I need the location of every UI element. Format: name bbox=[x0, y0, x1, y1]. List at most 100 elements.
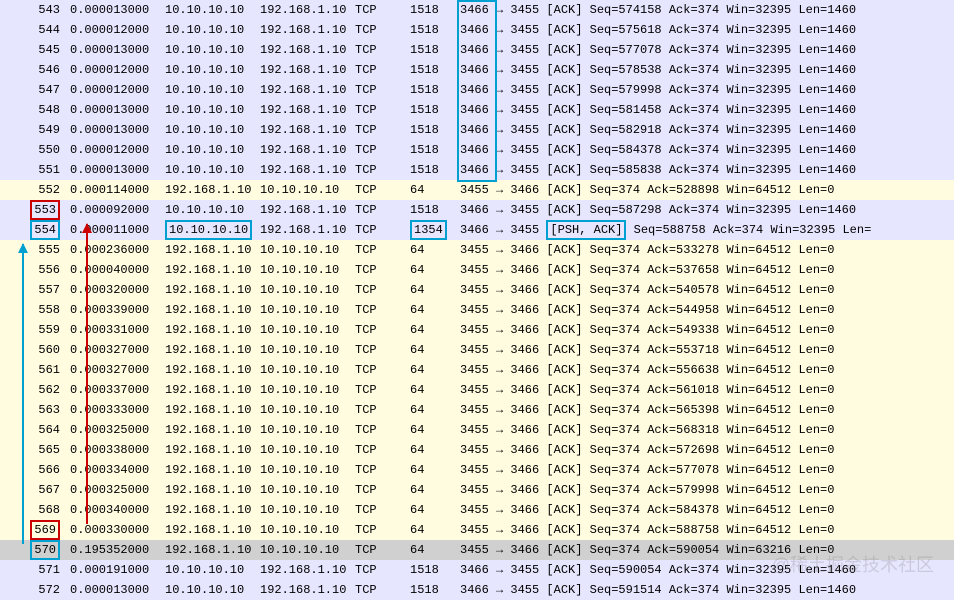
packet-length: 64 bbox=[410, 280, 460, 300]
packet-info: 3455 → 3466 [ACK] Seq=374 Ack=584378 Win… bbox=[460, 500, 954, 520]
packet-row[interactable]: 5550.000236000192.168.1.1010.10.10.10TCP… bbox=[0, 240, 954, 260]
packet-row[interactable]: 5680.000340000192.168.1.1010.10.10.10TCP… bbox=[0, 500, 954, 520]
packet-source: 192.168.1.10 bbox=[165, 340, 260, 360]
packet-time: 0.000191000 bbox=[70, 560, 165, 580]
packet-info: 3455 → 3466 [ACK] Seq=374 Ack=577078 Win… bbox=[460, 460, 954, 480]
packet-no: 567 bbox=[0, 480, 70, 500]
packet-no: 549 bbox=[0, 120, 70, 140]
packet-length: 64 bbox=[410, 520, 460, 540]
packet-destination: 10.10.10.10 bbox=[260, 240, 355, 260]
packet-info: 3466 → 3455 [ACK] Seq=575618 Ack=374 Win… bbox=[460, 20, 954, 40]
packet-destination: 192.168.1.10 bbox=[260, 200, 355, 220]
packet-source: 192.168.1.10 bbox=[165, 420, 260, 440]
packet-info: 3455 → 3466 [ACK] Seq=374 Ack=568318 Win… bbox=[460, 420, 954, 440]
packet-no: 561 bbox=[0, 360, 70, 380]
packet-no: 543 bbox=[0, 0, 70, 20]
packet-no: 565 bbox=[0, 440, 70, 460]
packet-no: 553 bbox=[0, 200, 70, 220]
packet-time: 0.000331000 bbox=[70, 320, 165, 340]
packet-no: 545 bbox=[0, 40, 70, 60]
packet-protocol: TCP bbox=[355, 440, 410, 460]
packet-protocol: TCP bbox=[355, 180, 410, 200]
packet-destination: 192.168.1.10 bbox=[260, 560, 355, 580]
packet-protocol: TCP bbox=[355, 280, 410, 300]
packet-row[interactable]: 5610.000327000192.168.1.1010.10.10.10TCP… bbox=[0, 360, 954, 380]
packet-info: 3466 → 3455 [ACK] Seq=581458 Ack=374 Win… bbox=[460, 100, 954, 120]
packet-destination: 192.168.1.10 bbox=[260, 20, 355, 40]
packet-row[interactable]: 5540.00001100010.10.10.10192.168.1.10TCP… bbox=[0, 220, 954, 240]
packet-row[interactable]: 5590.000331000192.168.1.1010.10.10.10TCP… bbox=[0, 320, 954, 340]
packet-no: 558 bbox=[0, 300, 70, 320]
packet-protocol: TCP bbox=[355, 560, 410, 580]
packet-row[interactable]: 5560.000040000192.168.1.1010.10.10.10TCP… bbox=[0, 260, 954, 280]
packet-info: 3455 → 3466 [ACK] Seq=374 Ack=556638 Win… bbox=[460, 360, 954, 380]
packet-destination: 192.168.1.10 bbox=[260, 140, 355, 160]
packet-row[interactable]: 5640.000325000192.168.1.1010.10.10.10TCP… bbox=[0, 420, 954, 440]
packet-destination: 10.10.10.10 bbox=[260, 500, 355, 520]
packet-time: 0.000013000 bbox=[70, 0, 165, 20]
packet-length: 1518 bbox=[410, 80, 460, 100]
packet-source: 10.10.10.10 bbox=[165, 140, 260, 160]
packet-protocol: TCP bbox=[355, 0, 410, 20]
packet-no: 563 bbox=[0, 400, 70, 420]
packet-protocol: TCP bbox=[355, 200, 410, 220]
packet-info: 3466 → 3455 [ACK] Seq=577078 Ack=374 Win… bbox=[460, 40, 954, 60]
packet-no: 564 bbox=[0, 420, 70, 440]
packet-time: 0.000327000 bbox=[70, 360, 165, 380]
packet-destination: 192.168.1.10 bbox=[260, 580, 355, 600]
packet-time: 0.000012000 bbox=[70, 60, 165, 80]
packet-row[interactable]: 5520.000114000192.168.1.1010.10.10.10TCP… bbox=[0, 180, 954, 200]
packet-protocol: TCP bbox=[355, 220, 410, 240]
packet-time: 0.195352000 bbox=[70, 540, 165, 560]
packet-source: 192.168.1.10 bbox=[165, 180, 260, 200]
packet-protocol: TCP bbox=[355, 40, 410, 60]
packet-protocol: TCP bbox=[355, 500, 410, 520]
packet-destination: 192.168.1.10 bbox=[260, 60, 355, 80]
packet-destination: 192.168.1.10 bbox=[260, 220, 355, 240]
packet-time: 0.000013000 bbox=[70, 120, 165, 140]
packet-row[interactable]: 5630.000333000192.168.1.1010.10.10.10TCP… bbox=[0, 400, 954, 420]
packet-row[interactable]: 5690.000330000192.168.1.1010.10.10.10TCP… bbox=[0, 520, 954, 540]
packet-row[interactable]: 5620.000337000192.168.1.1010.10.10.10TCP… bbox=[0, 380, 954, 400]
packet-protocol: TCP bbox=[355, 480, 410, 500]
packet-row[interactable]: 5700.195352000192.168.1.1010.10.10.10TCP… bbox=[0, 540, 954, 560]
packet-row[interactable]: 5670.000325000192.168.1.1010.10.10.10TCP… bbox=[0, 480, 954, 500]
packet-row[interactable]: 5530.00009200010.10.10.10192.168.1.10TCP… bbox=[0, 200, 954, 220]
packet-length: 64 bbox=[410, 180, 460, 200]
packet-time: 0.000013000 bbox=[70, 40, 165, 60]
packet-destination: 10.10.10.10 bbox=[260, 540, 355, 560]
packet-info: 3455 → 3466 [ACK] Seq=374 Ack=544958 Win… bbox=[460, 300, 954, 320]
packet-no: 552 bbox=[0, 180, 70, 200]
packet-row[interactable]: 5720.00001300010.10.10.10192.168.1.10TCP… bbox=[0, 580, 954, 600]
packet-length: 64 bbox=[410, 300, 460, 320]
packet-info: 3455 → 3466 [ACK] Seq=374 Ack=553718 Win… bbox=[460, 340, 954, 360]
packet-length: 1518 bbox=[410, 120, 460, 140]
packet-row[interactable]: 5710.00019100010.10.10.10192.168.1.10TCP… bbox=[0, 560, 954, 580]
packet-protocol: TCP bbox=[355, 420, 410, 440]
packet-no: 547 bbox=[0, 80, 70, 100]
packet-info: 3455 → 3466 [ACK] Seq=374 Ack=588758 Win… bbox=[460, 520, 954, 540]
packet-row[interactable]: 5650.000338000192.168.1.1010.10.10.10TCP… bbox=[0, 440, 954, 460]
packet-length: 64 bbox=[410, 500, 460, 520]
packet-protocol: TCP bbox=[355, 300, 410, 320]
packet-length: 64 bbox=[410, 480, 460, 500]
packet-info: 3455 → 3466 [ACK] Seq=374 Ack=540578 Win… bbox=[460, 280, 954, 300]
packet-time: 0.000334000 bbox=[70, 460, 165, 480]
packet-row[interactable]: 5600.000327000192.168.1.1010.10.10.10TCP… bbox=[0, 340, 954, 360]
packet-no: 550 bbox=[0, 140, 70, 160]
packet-length: 64 bbox=[410, 440, 460, 460]
packet-time: 0.000337000 bbox=[70, 380, 165, 400]
packet-destination: 10.10.10.10 bbox=[260, 460, 355, 480]
packet-no: 544 bbox=[0, 20, 70, 40]
packet-row[interactable]: 5580.000339000192.168.1.1010.10.10.10TCP… bbox=[0, 300, 954, 320]
packet-time: 0.000327000 bbox=[70, 340, 165, 360]
packet-source: 192.168.1.10 bbox=[165, 400, 260, 420]
packet-row[interactable]: 5570.000320000192.168.1.1010.10.10.10TCP… bbox=[0, 280, 954, 300]
packet-row[interactable]: 5660.000334000192.168.1.1010.10.10.10TCP… bbox=[0, 460, 954, 480]
packet-destination: 192.168.1.10 bbox=[260, 160, 355, 180]
packet-info: 3455 → 3466 [ACK] Seq=374 Ack=590054 Win… bbox=[460, 540, 954, 560]
packet-no: 546 bbox=[0, 60, 70, 80]
packet-source: 192.168.1.10 bbox=[165, 300, 260, 320]
packet-protocol: TCP bbox=[355, 140, 410, 160]
packet-no: 570 bbox=[0, 540, 70, 560]
